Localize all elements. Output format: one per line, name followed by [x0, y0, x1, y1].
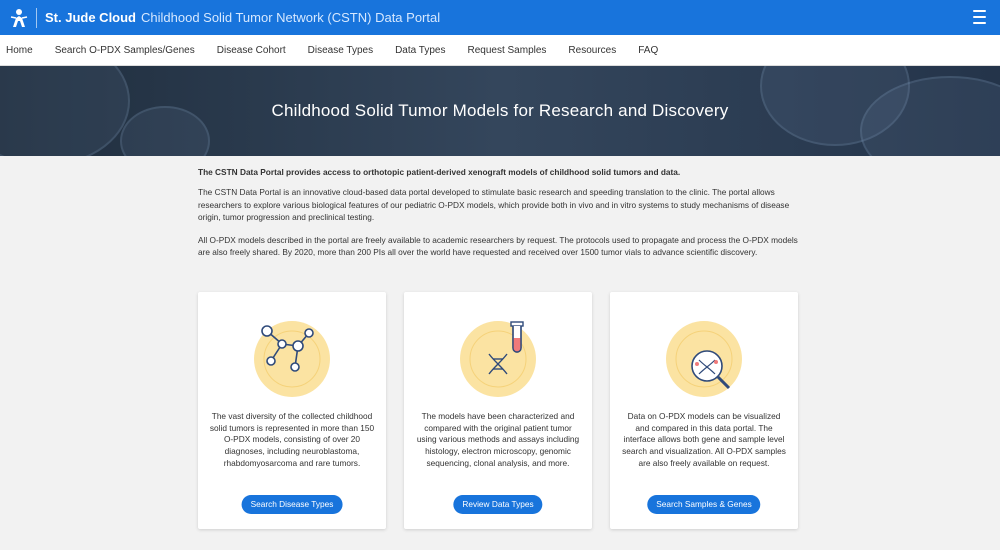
- st-jude-child-icon[interactable]: [8, 7, 30, 29]
- nav-disease-cohort[interactable]: Disease Cohort: [217, 45, 286, 56]
- nav-data-types[interactable]: Data Types: [395, 45, 445, 56]
- portal-title[interactable]: Childhood Solid Tumor Network (CSTN) Dat…: [141, 10, 440, 25]
- nav-faq[interactable]: FAQ: [638, 45, 658, 56]
- magnifier-dna-icon: [666, 321, 742, 397]
- search-samples-genes-button[interactable]: Search Samples & Genes: [647, 495, 761, 514]
- top-bar: St. Jude Cloud Childhood Solid Tumor Net…: [0, 0, 1000, 35]
- hero-title: Childhood Solid Tumor Models for Researc…: [271, 101, 729, 120]
- card-description: The models have been characterized and c…: [416, 411, 580, 468]
- card-samples-genes: Data on O-PDX models can be visualized a…: [610, 292, 798, 529]
- hero-banner: Childhood Solid Tumor Models for Researc…: [0, 66, 1000, 156]
- search-disease-types-button[interactable]: Search Disease Types: [241, 495, 343, 514]
- intro-lead: The CSTN Data Portal provides access to …: [198, 167, 681, 177]
- review-data-types-button[interactable]: Review Data Types: [453, 495, 543, 514]
- nav-home[interactable]: Home: [6, 45, 33, 56]
- nav-resources[interactable]: Resources: [568, 45, 616, 56]
- intro-paragraph-2: All O-PDX models described in the portal…: [198, 235, 798, 258]
- test-tube-dna-icon: [460, 321, 536, 397]
- card-description: The vast diversity of the collected chil…: [209, 411, 375, 468]
- nav-disease-types[interactable]: Disease Types: [308, 45, 373, 56]
- nav-search-samples-genes[interactable]: Search O-PDX Samples/Genes: [55, 45, 195, 56]
- intro-section: The CSTN Data Portal provides access to …: [198, 166, 803, 270]
- card-disease-types: The vast diversity of the collected chil…: [198, 292, 386, 529]
- brand-name[interactable]: St. Jude Cloud: [45, 10, 136, 25]
- hamburger-menu-icon[interactable]: [973, 10, 986, 24]
- main-nav: Home Search O-PDX Samples/Genes Disease …: [0, 35, 1000, 66]
- molecule-network-icon: [254, 321, 330, 397]
- header-divider: [36, 7, 37, 28]
- intro-paragraph-1: The CSTN Data Portal is an innovative cl…: [198, 187, 790, 222]
- nav-request-samples[interactable]: Request Samples: [467, 45, 546, 56]
- card-data-types: The models have been characterized and c…: [404, 292, 592, 529]
- card-description: Data on O-PDX models can be visualized a…: [622, 411, 786, 468]
